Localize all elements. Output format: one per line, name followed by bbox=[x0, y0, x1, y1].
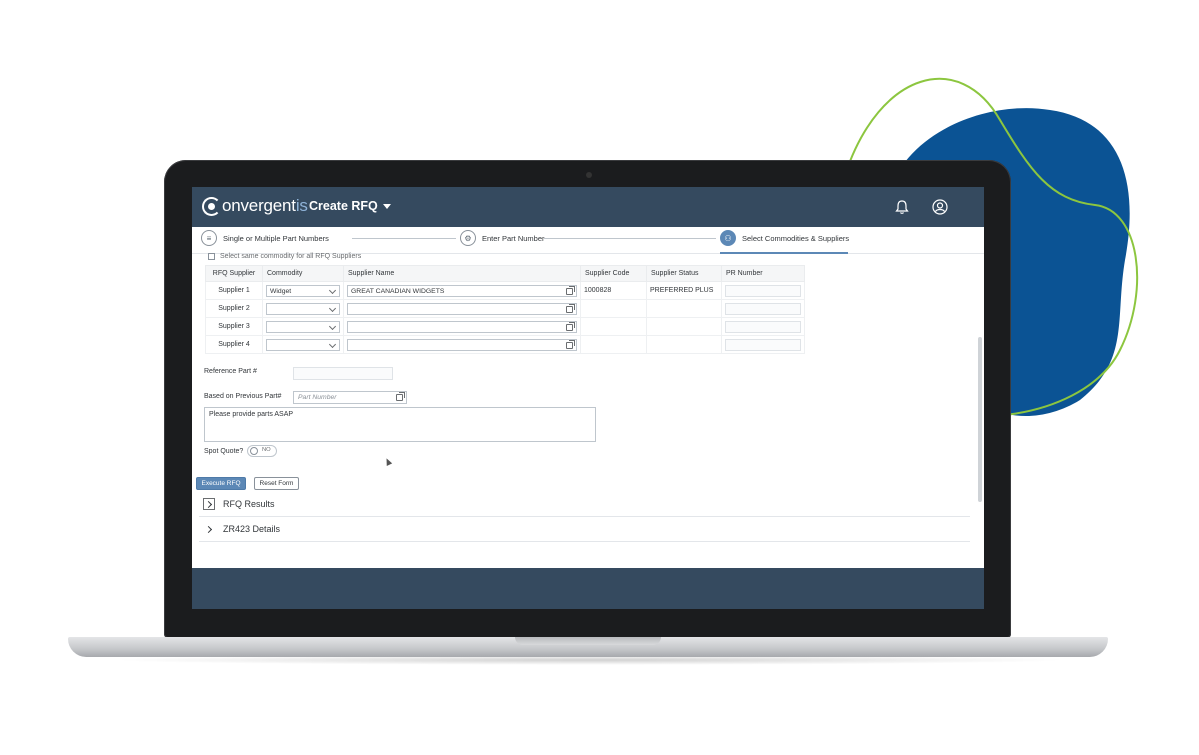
wizard-step-label: Select Commodities & Suppliers bbox=[742, 233, 850, 243]
column-header: Supplier Code bbox=[580, 265, 647, 282]
column-header: Commodity bbox=[262, 265, 344, 282]
value-help-icon[interactable] bbox=[566, 321, 575, 331]
supplier-label: Supplier 4 bbox=[205, 335, 263, 354]
commodity-select[interactable]: Widget bbox=[266, 284, 340, 297]
shell-bar: onvergent is Create RFQ bbox=[192, 187, 984, 227]
reset-form-button[interactable]: Reset Form bbox=[254, 477, 299, 490]
switch-state-text: NO bbox=[262, 447, 271, 453]
pr-number-field bbox=[725, 284, 801, 297]
table-row: Supplier 3 bbox=[205, 317, 805, 336]
previous-part-label: Based on Previous Part# bbox=[204, 393, 282, 400]
panel-title: RFQ Results bbox=[223, 499, 275, 509]
commodity-select[interactable] bbox=[266, 338, 340, 351]
chevron-right-icon[interactable] bbox=[203, 523, 215, 535]
supplier-status bbox=[646, 299, 722, 318]
supplier-code: 1000828 bbox=[580, 281, 647, 300]
execute-rfq-button[interactable]: Execute RFQ bbox=[196, 477, 246, 490]
supplier-label: Supplier 3 bbox=[205, 317, 263, 336]
laptop-notch bbox=[515, 637, 661, 645]
supplier-status bbox=[646, 317, 722, 336]
pr-number-field bbox=[725, 338, 801, 351]
spot-quote-label: Spot Quote? bbox=[204, 448, 244, 455]
wizard-step-1[interactable]: ≡ Single or Multiple Part Numbers bbox=[201, 230, 329, 246]
reference-part-label: Reference Part # bbox=[204, 368, 257, 375]
logo-text-tail: is bbox=[295, 196, 308, 215]
column-header: RFQ Supplier bbox=[205, 265, 263, 282]
previous-part-input[interactable]: Part Number bbox=[293, 391, 407, 404]
chevron-down-icon bbox=[328, 322, 337, 330]
value-help-icon[interactable] bbox=[566, 339, 575, 349]
chevron-right-icon[interactable] bbox=[203, 498, 215, 510]
pr-number-field bbox=[725, 320, 801, 333]
caret-down-icon bbox=[382, 204, 391, 209]
rfq-results-panel[interactable]: RFQ Results bbox=[199, 492, 970, 517]
commodity-value: Widget bbox=[270, 287, 292, 295]
value-help-icon[interactable] bbox=[566, 303, 575, 313]
spot-quote-switch[interactable]: NO bbox=[247, 445, 277, 457]
supplier-status: PREFERRED PLUS bbox=[646, 281, 722, 300]
switch-knob bbox=[250, 447, 258, 455]
user-profile-icon[interactable] bbox=[931, 198, 949, 216]
table-row: Supplier 1 Widget GREAT CANADIAN WIDGETS… bbox=[205, 281, 805, 300]
gear-icon: ⚙ bbox=[460, 230, 476, 246]
zr423-details-panel[interactable]: ZR423 Details bbox=[199, 517, 970, 542]
step-connector bbox=[352, 238, 456, 239]
app-title: Create RFQ bbox=[309, 199, 378, 213]
list-icon: ≡ bbox=[201, 230, 217, 246]
supplier-name-input[interactable] bbox=[347, 338, 577, 351]
value-help-icon[interactable] bbox=[396, 392, 405, 401]
same-commodity-checkbox[interactable] bbox=[208, 253, 215, 260]
app-title-menu[interactable]: Create RFQ bbox=[309, 199, 391, 213]
supplier-name-input[interactable]: GREAT CANADIAN WIDGETS bbox=[347, 284, 577, 297]
step-connector bbox=[544, 238, 716, 239]
supplier-name-input[interactable] bbox=[347, 302, 577, 315]
marketing-stage: onvergent is Create RFQ ≡ Single or Multi… bbox=[0, 0, 1199, 755]
same-commodity-row: Select same commodity for all RFQ Suppli… bbox=[208, 252, 361, 260]
logo-text: onvergent bbox=[222, 196, 296, 215]
reference-part-field bbox=[293, 367, 393, 380]
supplier-code bbox=[580, 335, 647, 354]
mouse-pointer-icon bbox=[383, 457, 393, 466]
column-header: Supplier Name bbox=[343, 265, 581, 282]
wizard-step-label: Single or Multiple Part Numbers bbox=[223, 233, 329, 243]
previous-part-placeholder: Part Number bbox=[298, 394, 337, 401]
chevron-down-icon bbox=[328, 286, 337, 294]
column-header: PR Number bbox=[721, 265, 805, 282]
table-row: Supplier 4 bbox=[205, 335, 805, 354]
table-header-row: RFQ Supplier Commodity Supplier Name Sup… bbox=[205, 265, 805, 282]
column-header: Supplier Status bbox=[646, 265, 722, 282]
commodity-select[interactable] bbox=[266, 320, 340, 333]
supplier-table: RFQ Supplier Commodity Supplier Name Sup… bbox=[205, 265, 805, 354]
rfq-form: Select same commodity for all RFQ Suppli… bbox=[192, 252, 984, 568]
value-help-icon[interactable] bbox=[566, 285, 575, 295]
supplier-code bbox=[580, 317, 647, 336]
footer-bar bbox=[192, 568, 984, 609]
bell-icon[interactable] bbox=[893, 198, 911, 216]
app-screen: onvergent is Create RFQ ≡ Single or Multi… bbox=[192, 187, 984, 609]
wizard-progress: ≡ Single or Multiple Part Numbers ⚙ Ente… bbox=[192, 227, 984, 254]
vertical-scrollbar[interactable] bbox=[978, 337, 982, 502]
same-commodity-label: Select same commodity for all RFQ Suppli… bbox=[220, 253, 362, 260]
pr-number-field bbox=[725, 302, 801, 315]
table-row: Supplier 2 bbox=[205, 299, 805, 318]
wizard-step-2[interactable]: ⚙ Enter Part Number bbox=[460, 230, 545, 246]
supplier-code bbox=[580, 299, 647, 318]
supplier-name-input[interactable] bbox=[347, 320, 577, 333]
supplier-status bbox=[646, 335, 722, 354]
commodity-select[interactable] bbox=[266, 302, 340, 315]
wizard-step-label: Enter Part Number bbox=[482, 233, 545, 243]
notes-textarea[interactable]: Please provide parts ASAP bbox=[204, 407, 596, 442]
people-icon: ⚇ bbox=[720, 230, 736, 246]
laptop-camera bbox=[586, 172, 592, 178]
wizard-step-3[interactable]: ⚇ Select Commodities & Suppliers bbox=[720, 230, 849, 246]
logo-mark-icon bbox=[202, 196, 221, 216]
notes-value: Please provide parts ASAP bbox=[209, 411, 294, 418]
supplier-label: Supplier 1 bbox=[205, 281, 263, 300]
supplier-name-value: GREAT CANADIAN WIDGETS bbox=[351, 287, 445, 295]
chevron-down-icon bbox=[328, 304, 337, 312]
panel-title: ZR423 Details bbox=[223, 524, 281, 534]
chevron-down-icon bbox=[328, 340, 337, 348]
supplier-label: Supplier 2 bbox=[205, 299, 263, 318]
convergentis-logo[interactable]: onvergent is bbox=[202, 196, 308, 216]
